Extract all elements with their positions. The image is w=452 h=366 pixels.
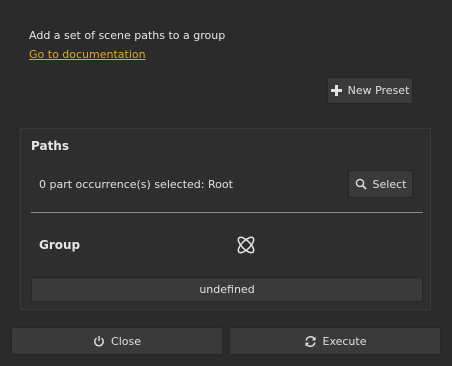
- selection-status: 0 part occurrence(s) selected: Root: [39, 178, 233, 191]
- plus-icon: [330, 85, 342, 96]
- new-preset-button[interactable]: New Preset: [327, 77, 413, 104]
- atom-icon: [234, 233, 258, 260]
- power-icon: [93, 335, 105, 347]
- tool-description: Add a set of scene paths to a group: [29, 29, 226, 42]
- select-label: Select: [372, 177, 407, 191]
- select-button[interactable]: Select: [348, 170, 413, 198]
- divider: [31, 212, 423, 213]
- new-preset-label: New Preset: [347, 84, 410, 97]
- group-label: Group: [39, 238, 81, 252]
- execute-label: Execute: [322, 334, 367, 348]
- close-button[interactable]: Close: [11, 327, 223, 355]
- magnifier-icon: [355, 178, 367, 190]
- execute-button[interactable]: Execute: [229, 327, 441, 355]
- close-label: Close: [111, 334, 141, 348]
- group-select[interactable]: undefined: [31, 277, 423, 302]
- paths-title: Paths: [31, 139, 69, 153]
- paths-panel: Paths 0 part occurrence(s) selected: Roo…: [20, 128, 431, 310]
- group-select-value: undefined: [199, 283, 255, 296]
- documentation-link[interactable]: Go to documentation: [29, 48, 146, 61]
- refresh-icon: [304, 335, 317, 348]
